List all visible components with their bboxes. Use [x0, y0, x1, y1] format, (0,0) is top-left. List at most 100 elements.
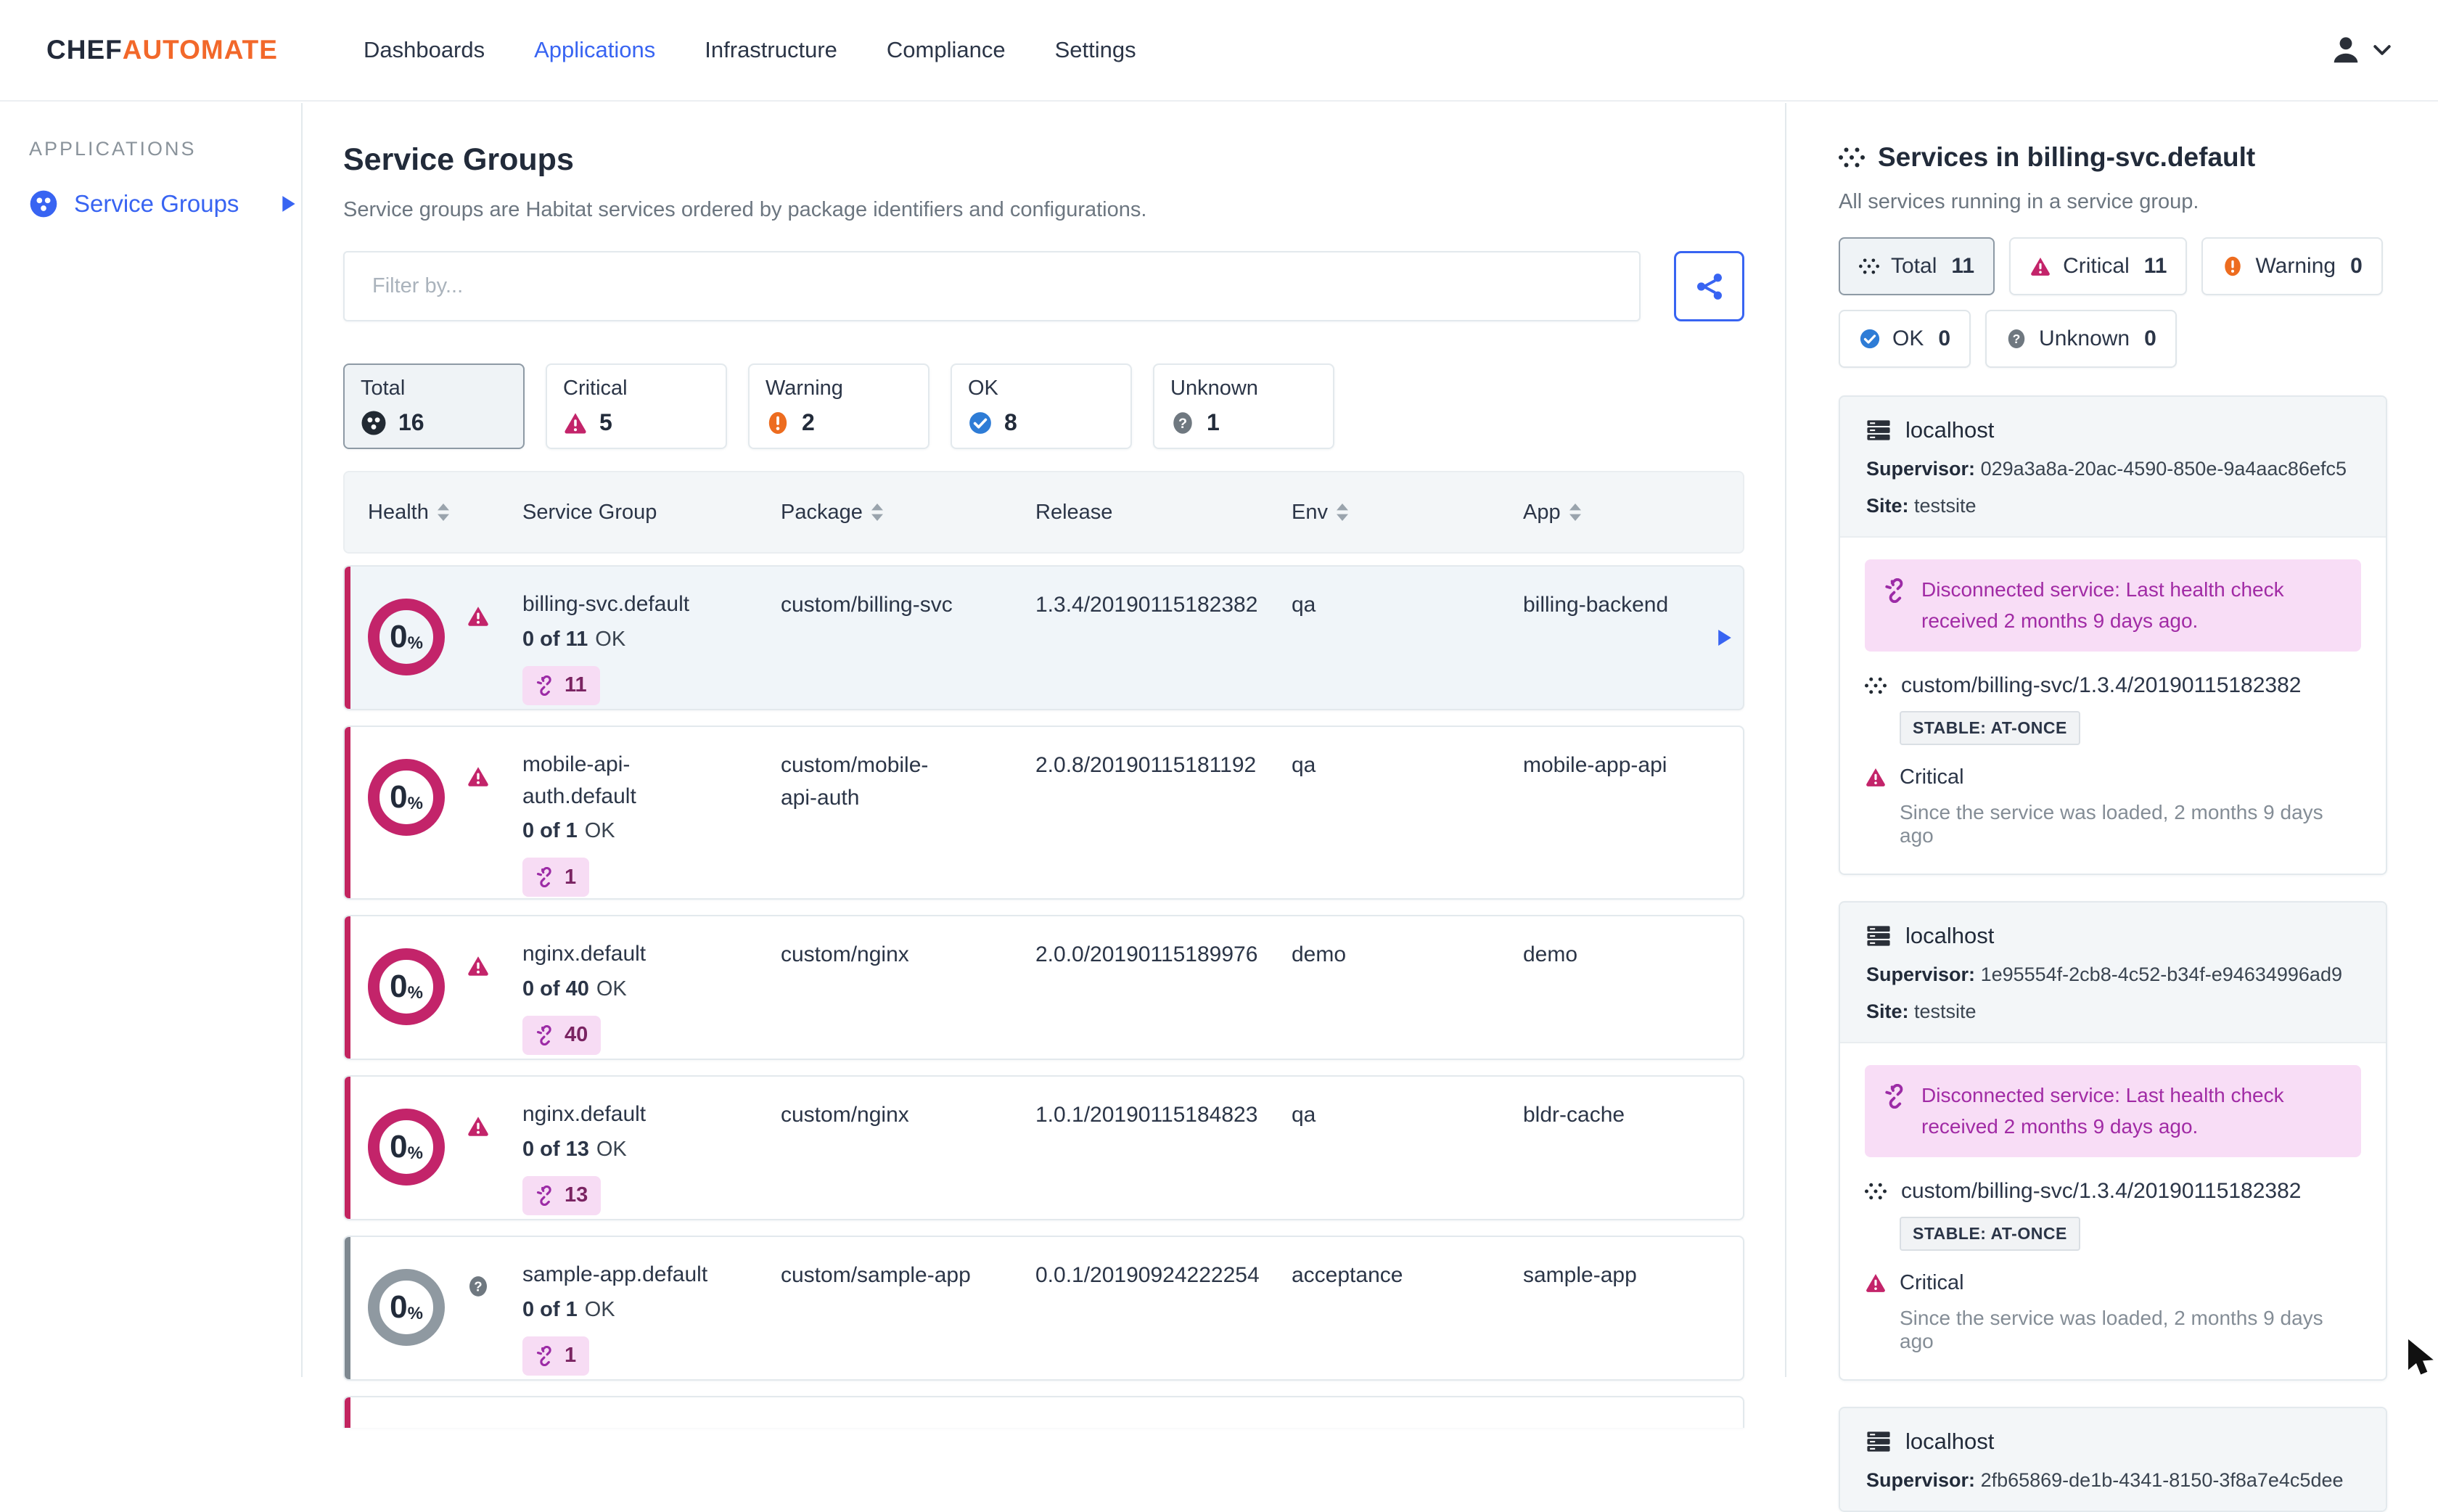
- env-cell: acceptance: [1292, 1263, 1403, 1287]
- service-health-label: Critical: [1900, 765, 1964, 789]
- site-line: Site: testsite: [1866, 495, 1977, 517]
- disconnected-badge: 1: [522, 1336, 590, 1376]
- caret-right-icon[interactable]: [281, 194, 297, 213]
- app-cell: sample-app: [1523, 1263, 1637, 1287]
- critical-icon: [467, 1114, 490, 1138]
- warning-icon: [2222, 255, 2244, 277]
- app-cell: mobile-app-api: [1523, 753, 1667, 777]
- column-header-app[interactable]: App: [1523, 501, 1743, 525]
- service-package: custom/billing-svc/1.3.4/20190115182382: [1901, 673, 2302, 697]
- left-sidebar: APPLICATIONS Service Groups: [0, 103, 303, 1377]
- status-card-ok[interactable]: OK 8: [951, 363, 1132, 449]
- table-row[interactable]: 0% nginx.default 0 of 40 OK 40 custom/ngi…: [343, 915, 1744, 1060]
- sort-icon[interactable]: [1336, 504, 1348, 521]
- service-card-header: localhost Supervisor: 029a3a8a-20ac-4590…: [1840, 397, 2386, 538]
- service-group-name: mobile-api-auth.default: [522, 752, 636, 808]
- filter-input[interactable]: [343, 251, 1641, 321]
- status-card-total[interactable]: Total 16: [343, 363, 525, 449]
- table-row-partial[interactable]: [343, 1396, 1744, 1428]
- broken-link-icon: [535, 1185, 556, 1206]
- table-row[interactable]: 0% mobile-api-auth.default 0 of 1 OK 1 cu…: [343, 726, 1744, 900]
- table-header: Health Service Group Package Release Env…: [343, 471, 1744, 554]
- broken-link-icon: [1884, 578, 1908, 603]
- panel-status-chips-row-1: Total 11 Critical 11 Warning 0: [1839, 237, 2387, 295]
- chip-unknown[interactable]: Unknown 0: [1985, 310, 2177, 368]
- total-icon: [361, 410, 387, 436]
- env-cell: qa: [1292, 593, 1316, 617]
- column-header-package[interactable]: Package: [781, 501, 1035, 525]
- release-cell: 1.3.4/20190115182382: [1035, 593, 1258, 617]
- service-card-header: localhost Supervisor: 2fb65869-de1b-4341…: [1840, 1408, 2386, 1511]
- share-icon: [1694, 271, 1725, 302]
- host-name: localhost: [1905, 922, 1995, 948]
- critical-icon: [467, 765, 490, 788]
- panel-title: Services in billing-svc.default: [1839, 142, 2387, 173]
- panel-subtitle: All services running in a service group.: [1839, 190, 2199, 213]
- service-card: localhost Supervisor: 2fb65869-de1b-4341…: [1839, 1406, 2387, 1512]
- disconnected-alert: Disconnected service: Last health check …: [1865, 1064, 2361, 1157]
- nav-settings[interactable]: Settings: [1055, 37, 1136, 63]
- sort-icon[interactable]: [1569, 504, 1581, 521]
- ok-count: 0 of 13 OK: [522, 1137, 627, 1161]
- chip-critical[interactable]: Critical 11: [2009, 237, 2188, 295]
- logo-automate: AUTOMATE: [122, 35, 278, 65]
- broken-link-icon: [535, 1345, 556, 1366]
- service-card: localhost Supervisor: 029a3a8a-20ac-4590…: [1839, 395, 2387, 875]
- ok-icon: [1859, 328, 1881, 350]
- column-header-health[interactable]: Health: [345, 501, 522, 525]
- server-icon: [1866, 1429, 1891, 1454]
- nav-infrastructure[interactable]: Infrastructure: [705, 37, 837, 63]
- chip-total[interactable]: Total 11: [1839, 237, 1995, 295]
- service-health-row: Critical: [1865, 1271, 2361, 1295]
- critical-icon: [1865, 766, 1887, 788]
- unknown-icon: [467, 1275, 490, 1298]
- services-icon: [1839, 147, 1865, 168]
- table-row[interactable]: 0% billing-svc.default 0 of 11 OK 11 cust…: [343, 565, 1744, 710]
- broken-link-icon: [535, 675, 556, 696]
- update-strategy-badge: STABLE: AT-ONCE: [1900, 1216, 2080, 1251]
- service-package-row: custom/billing-svc/1.3.4/20190115182382: [1865, 673, 2361, 698]
- ok-count: 0 of 1 OK: [522, 1297, 615, 1321]
- table-row[interactable]: 0% sample-app.default 0 of 1 OK 1 custom/…: [343, 1236, 1744, 1381]
- health-donut: 0%: [368, 1269, 445, 1346]
- top-navigation-bar: CHEF AUTOMATE Dashboards Applications Inf…: [0, 0, 2438, 102]
- app-cell: demo: [1523, 942, 1578, 966]
- user-menu[interactable]: [2329, 33, 2392, 67]
- column-header-service-group[interactable]: Service Group: [522, 501, 781, 525]
- service-icon: [1865, 676, 1887, 695]
- sort-icon[interactable]: [437, 504, 449, 521]
- sort-icon[interactable]: [871, 504, 883, 521]
- primary-nav: Dashboards Applications Infrastructure C…: [364, 37, 1136, 63]
- status-card-critical[interactable]: Critical 5: [546, 363, 727, 449]
- ok-count: 0 of 1 OK: [522, 819, 615, 842]
- ok-count: 0 of 40 OK: [522, 977, 627, 1001]
- column-header-release[interactable]: Release: [1035, 501, 1292, 525]
- service-group-name: sample-app.default: [522, 1262, 708, 1286]
- critical-icon: [467, 954, 490, 977]
- health-donut: 0%: [368, 948, 445, 1025]
- status-card-unknown[interactable]: Unknown 1: [1153, 363, 1334, 449]
- filter-row: [343, 251, 1744, 321]
- chip-ok[interactable]: OK 0: [1839, 310, 1971, 368]
- chip-warning[interactable]: Warning 0: [2201, 237, 2383, 295]
- service-health-label: Critical: [1900, 1270, 1964, 1294]
- warning-icon: [766, 411, 790, 435]
- critical-icon: [1865, 1272, 1887, 1294]
- nav-compliance[interactable]: Compliance: [887, 37, 1006, 63]
- nav-applications[interactable]: Applications: [534, 37, 655, 63]
- table-row[interactable]: 0% nginx.default 0 of 13 OK 13 custom/ngi…: [343, 1075, 1744, 1220]
- caret-right-icon[interactable]: [1717, 628, 1733, 648]
- column-header-env[interactable]: Env: [1292, 501, 1523, 525]
- supervisor-line: Supervisor: 1e95554f-2cb8-4c52-b34f-e946…: [1866, 963, 2342, 985]
- share-button[interactable]: [1674, 251, 1744, 321]
- sidebar-item-label: Service Groups: [74, 190, 239, 217]
- nav-dashboards[interactable]: Dashboards: [364, 37, 485, 63]
- unknown-icon: [1170, 411, 1195, 435]
- sidebar-item-service-groups[interactable]: Service Groups: [29, 189, 301, 218]
- host-row: localhost: [1866, 1429, 2360, 1455]
- chef-automate-logo[interactable]: CHEF AUTOMATE: [46, 35, 278, 65]
- status-card-warning[interactable]: Warning 2: [748, 363, 929, 449]
- host-name: localhost: [1905, 417, 1995, 443]
- package-cell: custom/sample-app: [781, 1263, 971, 1287]
- disconnected-badge: 13: [522, 1175, 602, 1215]
